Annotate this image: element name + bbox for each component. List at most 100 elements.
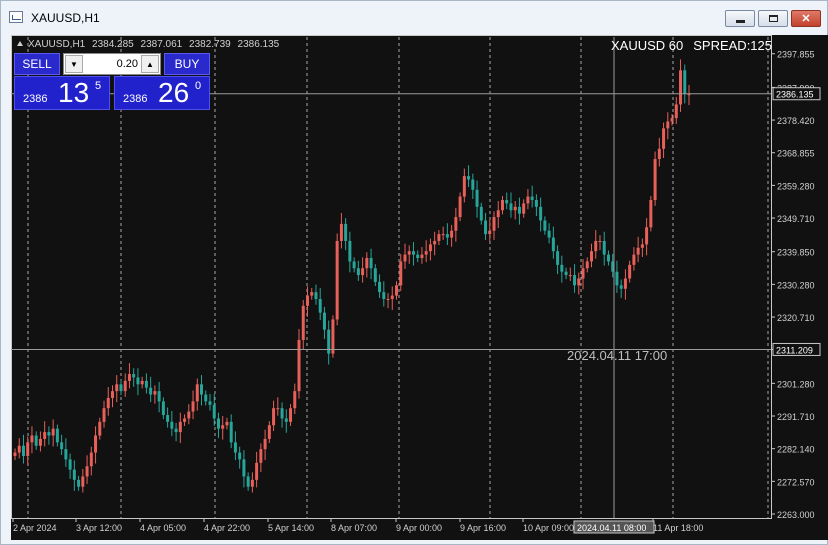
maximize-button[interactable] — [758, 10, 788, 27]
candle-body — [411, 251, 415, 255]
open-value: 2384.285 — [92, 39, 134, 50]
candle-body — [602, 240, 606, 255]
candle-body — [123, 380, 127, 392]
candle-body — [178, 421, 182, 433]
buy-price-button[interactable]: 2386 26 0 — [114, 76, 210, 110]
candle-body — [619, 285, 623, 289]
candle-body — [526, 196, 530, 204]
candle-body — [454, 217, 458, 231]
candle-body — [225, 421, 229, 426]
price-tick-label: 2263.000 — [777, 510, 815, 520]
candle-body — [47, 432, 51, 436]
candle-body — [462, 176, 466, 197]
candle-body — [585, 261, 589, 269]
candle-body — [395, 285, 399, 296]
candle-body — [26, 442, 30, 456]
symbol-timeframe: XAUUSD,H1 — [28, 39, 86, 50]
candle-body — [166, 415, 170, 422]
buy-button[interactable]: BUY — [164, 53, 210, 75]
chart-window: XAUUSD,H1 ✕ 2397.8552387.9902378.4202368… — [0, 0, 828, 545]
price-tick-label: 2320.710 — [777, 313, 815, 323]
candle-body — [43, 432, 47, 439]
crosshair-time-label: 2024.04.11 08:00 — [577, 523, 646, 533]
buy-price-prefix: 2386 — [123, 93, 148, 105]
high-value: 2387.061 — [140, 39, 183, 50]
candle-body — [365, 258, 369, 269]
candle-body — [356, 268, 360, 276]
candle-body — [352, 261, 356, 269]
title-bar[interactable]: XAUUSD,H1 ✕ — [1, 1, 827, 33]
lot-size-input[interactable]: ▼ 0.20 ▲ — [63, 53, 161, 75]
candle-body — [543, 220, 547, 231]
candle-body — [458, 196, 462, 218]
candle-body — [573, 275, 577, 286]
sell-price-point: 5 — [95, 80, 102, 92]
candle-body — [386, 298, 390, 300]
candle-body — [577, 278, 581, 286]
candle-body — [683, 70, 687, 95]
candle-body — [85, 466, 89, 477]
candle-body — [424, 251, 428, 255]
minimize-button[interactable] — [725, 10, 755, 27]
chart-area[interactable]: 2397.8552387.9902378.4202368.8552359.280… — [11, 35, 828, 540]
candle-body — [81, 476, 85, 487]
time-tick-label: 2 Apr 2024 — [13, 523, 57, 533]
candle-body — [301, 305, 305, 340]
candle-body — [475, 189, 479, 207]
sell-price-button[interactable]: 2386 13 5 — [14, 76, 110, 110]
collapse-triangle-icon[interactable] — [17, 41, 23, 46]
candle-body — [344, 223, 348, 241]
time-tick-label: 9 Apr 16:00 — [460, 523, 506, 533]
candle-body — [361, 268, 365, 276]
candle-body — [72, 469, 76, 480]
candle-body — [657, 148, 661, 160]
candle-body — [632, 254, 636, 265]
candle-body — [77, 479, 81, 487]
candle-body — [539, 206, 543, 221]
candle-body — [568, 275, 572, 277]
candle-body — [522, 203, 526, 214]
candle-body — [479, 206, 483, 221]
candle-body — [666, 121, 670, 129]
lot-decrease-button[interactable]: ▼ — [65, 55, 83, 73]
candle-body — [127, 374, 131, 381]
lot-increase-button[interactable]: ▲ — [141, 55, 159, 73]
candle-body — [530, 196, 534, 200]
time-tick-label: 8 Apr 07:00 — [331, 523, 377, 533]
price-tick-label: 2282.140 — [777, 445, 815, 455]
candle-body — [161, 401, 165, 416]
candle-body — [280, 408, 284, 419]
candle-body — [517, 206, 521, 214]
candle-body — [615, 271, 619, 286]
candle-body — [327, 329, 331, 354]
candle-body — [195, 384, 199, 402]
candle-body — [246, 476, 250, 487]
candle-body — [191, 401, 195, 412]
close-button[interactable]: ✕ — [791, 10, 821, 27]
sell-button[interactable]: SELL — [14, 53, 60, 75]
candle-body — [102, 408, 106, 422]
candle-body — [233, 442, 237, 453]
candle-body — [170, 421, 174, 429]
candle-body — [255, 462, 259, 480]
candle-body — [132, 374, 136, 378]
time-tick-label: 5 Apr 14:00 — [268, 523, 314, 533]
candle-body — [628, 264, 632, 279]
candle-body — [598, 240, 602, 242]
candle-body — [403, 254, 407, 262]
time-tick-label: 3 Apr 12:00 — [76, 523, 122, 533]
candle-body — [98, 421, 102, 436]
candle-body — [467, 176, 471, 180]
candle-body — [216, 418, 220, 429]
candle-body — [335, 240, 339, 320]
candle-body — [445, 234, 449, 238]
price-tick-label: 2368.855 — [777, 149, 815, 159]
time-tick-label: 4 Apr 22:00 — [204, 523, 250, 533]
maximize-icon — [768, 15, 778, 22]
candle-body — [187, 411, 191, 419]
candle-body — [119, 384, 123, 392]
candle-body — [314, 292, 318, 299]
candle-body — [547, 230, 551, 238]
price-chart[interactable]: 2397.8552387.9902378.4202368.8552359.280… — [11, 35, 828, 540]
candle-body — [38, 438, 42, 446]
